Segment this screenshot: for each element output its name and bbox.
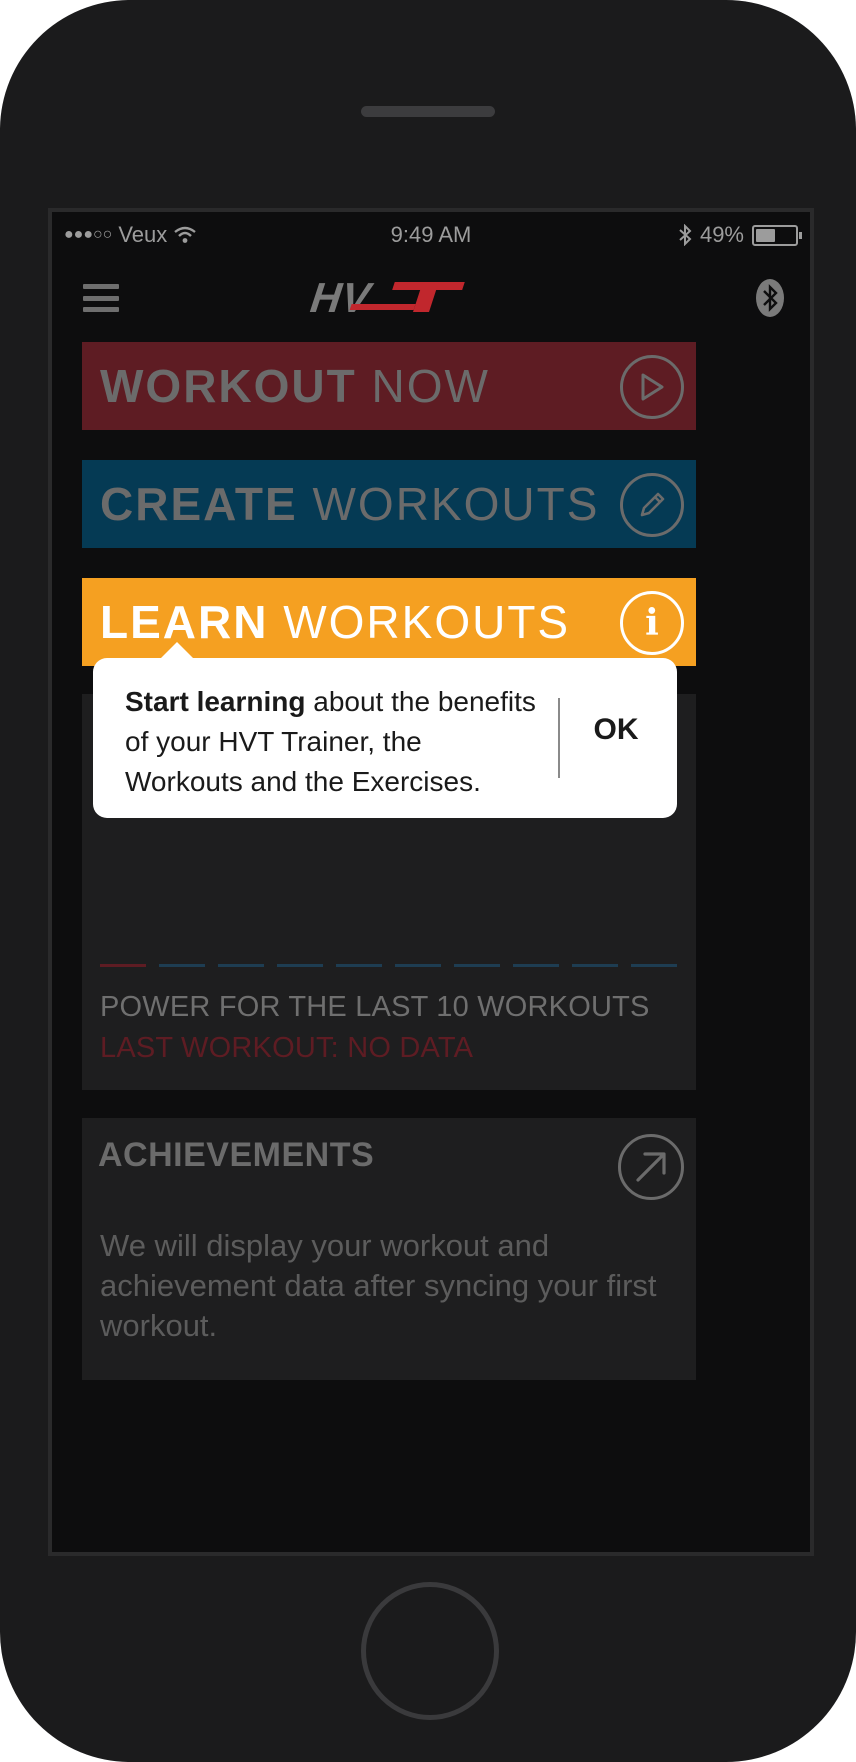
popover-message-bold: Start learning <box>125 686 306 717</box>
last-workout-status: LAST WORKOUT: NO DATA <box>100 1032 474 1064</box>
svg-text:HV: HV <box>304 275 378 322</box>
create-workouts-button[interactable]: CREATE WORKOUTS <box>82 460 696 548</box>
app-screen: ●●●○○ Veux 9:49 AM 49% HV WORKOUT NOW CR… <box>48 208 814 1556</box>
power-bar-placeholder <box>100 964 146 967</box>
power-title: POWER FOR THE LAST 10 WORKOUTS <box>100 991 650 1023</box>
power-bar-placeholder <box>631 964 677 967</box>
ok-button[interactable]: OK <box>573 713 659 747</box>
achievements-card[interactable]: ACHIEVEMENTS We will display your workou… <box>82 1118 696 1380</box>
create-workouts-label: CREATE WORKOUTS <box>100 460 599 548</box>
home-button[interactable] <box>361 1582 499 1720</box>
play-icon <box>620 355 684 419</box>
power-bar-placeholder <box>572 964 618 967</box>
hvt-logo: HV <box>304 275 465 322</box>
workout-now-button[interactable]: WORKOUT NOW <box>82 342 696 430</box>
tooltip-popover: Start learning about the benefits of you… <box>93 658 677 818</box>
create-thin: WORKOUTS <box>312 478 600 530</box>
info-icon: i <box>620 591 684 655</box>
power-bar-placeholder <box>395 964 441 967</box>
hamburger-menu-icon[interactable] <box>83 284 119 312</box>
status-right: 49% <box>678 222 802 248</box>
workout-now-label: WORKOUT NOW <box>100 342 490 430</box>
battery-icon <box>752 224 802 246</box>
power-bar-placeholder <box>513 964 559 967</box>
bluetooth-status-icon <box>679 224 692 246</box>
create-bold: CREATE <box>100 478 298 530</box>
achievements-title: ACHIEVEMENTS <box>98 1136 375 1174</box>
workout-now-thin: NOW <box>371 360 490 412</box>
pencil-icon <box>620 473 684 537</box>
learn-thin: WORKOUTS <box>283 596 571 648</box>
speaker-grille <box>361 106 495 117</box>
popover-divider <box>558 698 560 778</box>
power-bar-placeholder <box>277 964 323 967</box>
popover-message: Start learning about the benefits of you… <box>125 682 545 802</box>
bluetooth-icon[interactable] <box>755 278 785 318</box>
phone-frame: ●●●○○ Veux 9:49 AM 49% HV WORKOUT NOW CR… <box>0 0 856 1762</box>
arrow-up-right-icon[interactable] <box>618 1134 684 1200</box>
power-bar-placeholder <box>159 964 205 967</box>
power-dashes <box>100 964 680 968</box>
workout-now-bold: WORKOUT <box>100 360 357 412</box>
power-bar-placeholder <box>336 964 382 967</box>
status-bar: ●●●○○ Veux 9:49 AM 49% <box>52 212 810 260</box>
learn-bold: LEARN <box>100 596 269 648</box>
power-bar-placeholder <box>454 964 500 967</box>
power-bar-placeholder <box>218 964 264 967</box>
nav-bar: HV <box>52 260 810 340</box>
popover-arrow <box>160 642 194 659</box>
battery-fill <box>756 228 775 242</box>
achievements-text: We will display your workout and achieve… <box>100 1228 657 1343</box>
battery-percent: 49% <box>699 222 744 247</box>
